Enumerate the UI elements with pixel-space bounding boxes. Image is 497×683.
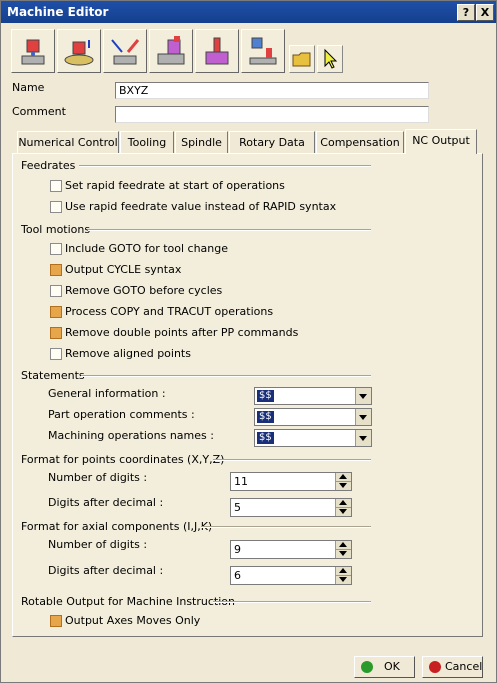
spinner-value: 9 — [234, 543, 241, 556]
chevron-down-icon[interactable] — [355, 430, 371, 446]
chevron-down-icon[interactable] — [355, 388, 371, 404]
option-label: Use rapid feedrate value instead of RAPI… — [65, 200, 337, 213]
option-label: Remove GOTO before cycles — [65, 284, 223, 297]
checkbox-output-cycle[interactable] — [50, 264, 62, 276]
divider — [79, 165, 371, 167]
cancel-icon — [429, 661, 441, 673]
comment-field[interactable] — [115, 106, 429, 123]
option-label: Output Axes Moves Only — [65, 614, 201, 627]
spinner-value: 6 — [234, 569, 241, 582]
axial-digits-label: Number of digits : — [48, 538, 148, 551]
axial-digits-spinner[interactable]: 9 — [230, 540, 352, 559]
divider — [213, 601, 371, 603]
general-information-select[interactable]: $$ — [254, 387, 372, 405]
horizontal-lathe-icon[interactable] — [149, 29, 193, 73]
checkbox-remove-goto[interactable] — [50, 285, 62, 297]
points-decimal-label: Digits after decimal : — [48, 496, 164, 509]
help-button[interactable]: ? — [457, 4, 475, 21]
spinner-value: 5 — [234, 501, 241, 514]
rotary-table-machine-icon[interactable] — [57, 29, 101, 73]
statement-label: Part operation comments : — [48, 408, 195, 421]
window-title: Machine Editor — [7, 5, 109, 19]
tab-tooling[interactable]: Tooling — [120, 131, 174, 153]
tab-spindle[interactable]: Spindle — [175, 131, 228, 153]
statements-title: Statements — [21, 369, 85, 382]
checkbox-remove-aligned-points[interactable] — [50, 348, 62, 360]
vertical-lathe-icon[interactable] — [195, 29, 239, 73]
cancel-label: Cancel — [445, 660, 483, 673]
option-label: Remove double points after PP commands — [65, 326, 299, 339]
nc-output-panel: Feedrates Set rapid feedrate at start of… — [12, 153, 483, 637]
cancel-button[interactable]: Cancel — [422, 656, 483, 678]
tab-rotary-data[interactable]: Rotary Data — [229, 131, 315, 153]
divider — [88, 229, 371, 231]
points-digits-spinner[interactable]: 11 — [230, 472, 352, 491]
chevron-down-icon[interactable] — [355, 409, 371, 425]
spin-up-icon[interactable] — [335, 567, 351, 576]
rotable-output-title: Rotable Output for Machine Instruction — [21, 595, 235, 608]
tab-numerical-control[interactable]: Numerical Control — [17, 131, 119, 153]
3-axis-machine-icon[interactable] — [11, 29, 55, 73]
tab-compensation[interactable]: Compensation — [316, 131, 404, 153]
spin-up-icon[interactable] — [335, 473, 351, 482]
divider — [81, 375, 371, 377]
checkbox-remove-double-points[interactable] — [50, 327, 62, 339]
ok-icon — [361, 661, 373, 673]
checkbox-output-axes-moves[interactable] — [50, 615, 62, 627]
spin-up-icon[interactable] — [335, 541, 351, 550]
spin-down-icon[interactable] — [335, 482, 351, 490]
spin-down-icon[interactable] — [335, 550, 351, 558]
checkbox-use-rapid-feedrate[interactable] — [50, 201, 62, 213]
spin-down-icon[interactable] — [335, 508, 351, 516]
feedrates-title: Feedrates — [21, 159, 76, 172]
axial-format-title: Format for axial components (I,J,K) — [21, 520, 213, 533]
close-button[interactable]: X — [476, 4, 494, 21]
spinner-value: 11 — [234, 475, 248, 488]
comment-label: Comment — [12, 105, 66, 118]
option-label: Output CYCLE syntax — [65, 263, 182, 276]
name-field[interactable]: BXYZ — [115, 82, 429, 99]
divider — [213, 459, 371, 461]
statement-label: General information : — [48, 387, 166, 400]
part-operation-comments-select[interactable]: $$ — [254, 408, 372, 426]
option-label: Process COPY and TRACUT operations — [65, 305, 274, 318]
tool-motions-title: Tool motions — [21, 223, 91, 236]
ok-label: OK — [384, 660, 400, 673]
statement-label: Machining operations names : — [48, 429, 214, 442]
checkbox-process-copy[interactable] — [50, 306, 62, 318]
select-value: $$ — [257, 432, 274, 444]
tab-nc-output[interactable]: NC Output — [405, 129, 477, 154]
spin-up-icon[interactable] — [335, 499, 351, 508]
divider — [201, 526, 371, 528]
checkbox-include-goto[interactable] — [50, 243, 62, 255]
title-bar[interactable]: Machine Editor ? X — [1, 1, 496, 23]
axial-decimal-label: Digits after decimal : — [48, 564, 164, 577]
option-label: Remove aligned points — [65, 347, 191, 360]
5-axis-machine-icon[interactable] — [103, 29, 147, 73]
option-label: Set rapid feedrate at start of operation… — [65, 179, 285, 192]
points-digits-label: Number of digits : — [48, 471, 148, 484]
option-label: Include GOTO for tool change — [65, 242, 229, 255]
axial-decimal-spinner[interactable]: 6 — [230, 566, 352, 585]
mill-turn-icon[interactable] — [241, 29, 285, 73]
name-label: Name — [12, 81, 45, 94]
points-decimal-spinner[interactable]: 5 — [230, 498, 352, 517]
folder-icon[interactable] — [289, 45, 315, 73]
points-format-title: Format for points coordinates (X,Y,Z) — [21, 453, 225, 466]
machine-editor-dialog: Machine Editor ? X Name BXYZ Comment Num… — [0, 0, 497, 683]
spin-down-icon[interactable] — [335, 576, 351, 584]
select-value: $$ — [257, 390, 274, 402]
pointer-icon[interactable] — [317, 45, 343, 73]
checkbox-set-rapid-feedrate[interactable] — [50, 180, 62, 192]
ok-button[interactable]: OK — [354, 656, 415, 678]
select-value: $$ — [257, 411, 274, 423]
machining-operations-names-select[interactable]: $$ — [254, 429, 372, 447]
